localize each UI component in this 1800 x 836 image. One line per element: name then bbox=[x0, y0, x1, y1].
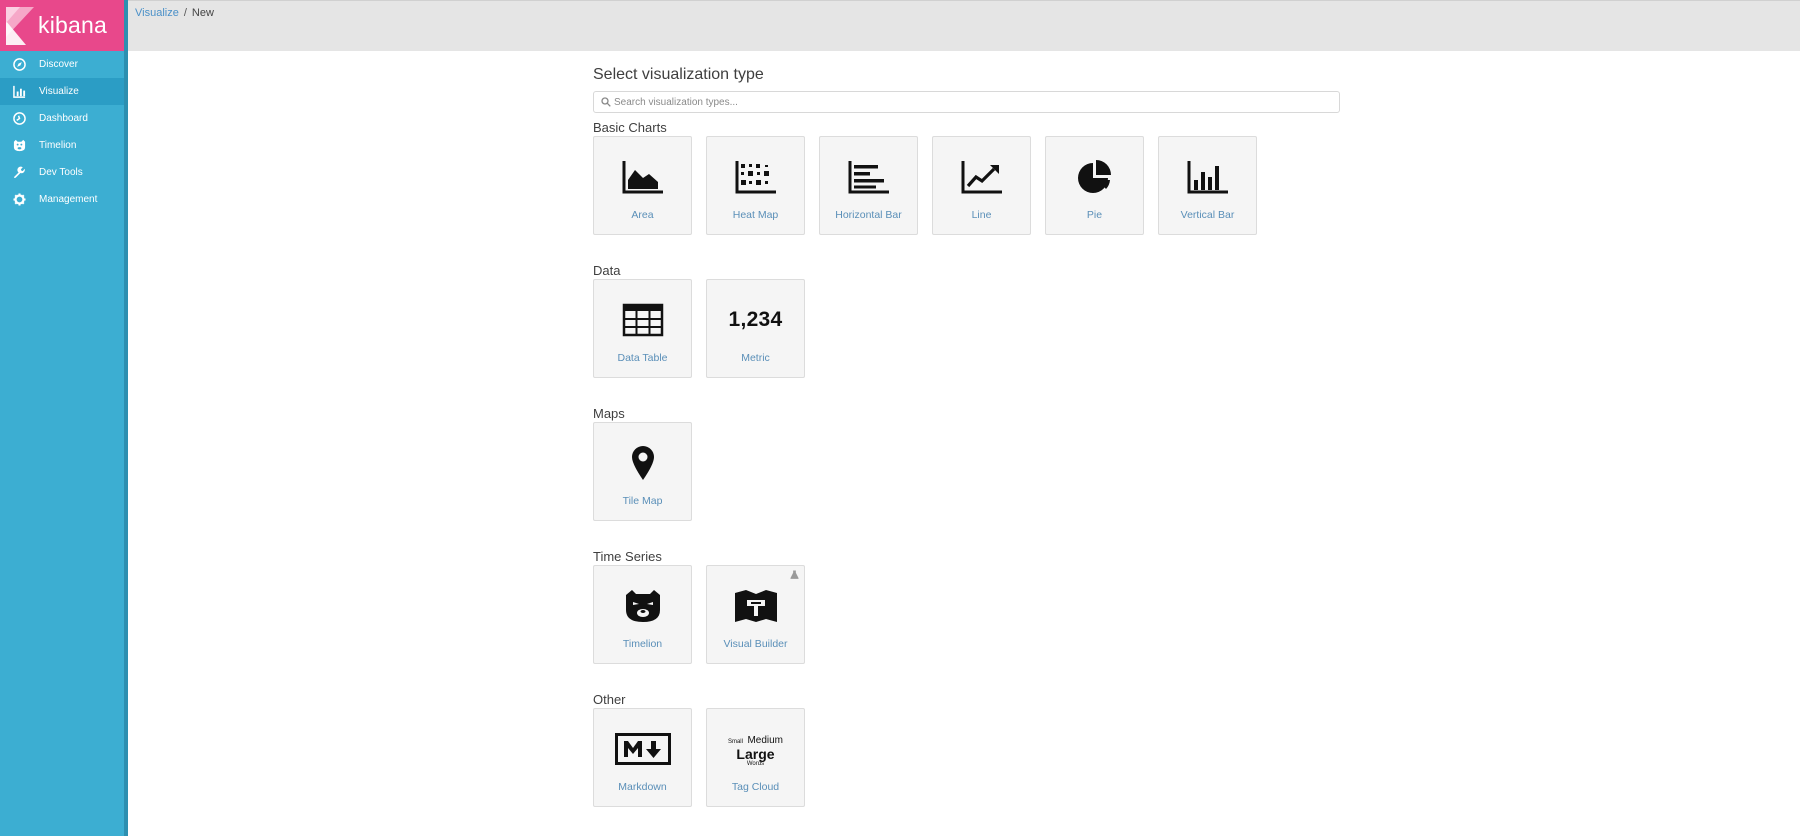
card-label: Area bbox=[631, 209, 654, 221]
section-data: Data Data Table 1,234 Metric bbox=[593, 263, 805, 378]
page-title: Select visualization type bbox=[593, 66, 764, 83]
search-box bbox=[593, 91, 1340, 113]
tag-cloud-word: Medium bbox=[747, 735, 784, 746]
sidebar-item-discover[interactable]: Discover bbox=[0, 51, 124, 78]
sidebar-item-dev-tools[interactable]: Dev Tools bbox=[0, 159, 124, 186]
dashboard-icon bbox=[12, 112, 26, 126]
section-other: Other Markdown Small Medium Large Words bbox=[593, 692, 805, 807]
sidebar-item-label: Dev Tools bbox=[39, 167, 83, 178]
horizontal-bar-icon bbox=[820, 157, 917, 197]
sidebar-item-label: Timelion bbox=[39, 140, 77, 151]
pie-chart-icon bbox=[1046, 157, 1143, 197]
card-label: Timelion bbox=[622, 638, 663, 650]
vis-card-metric[interactable]: 1,234 Metric bbox=[706, 279, 805, 378]
card-label: Tile Map bbox=[622, 495, 663, 507]
card-label: Markdown bbox=[618, 781, 667, 793]
card-label: Line bbox=[971, 209, 992, 221]
visual-builder-icon bbox=[707, 586, 804, 626]
sidebar-nav: Discover Visualize Dashboard Timelion De… bbox=[0, 51, 124, 213]
sidebar-item-timelion[interactable]: Timelion bbox=[0, 132, 124, 159]
vis-card-area[interactable]: Area bbox=[593, 136, 692, 235]
table-icon bbox=[594, 300, 691, 340]
card-label: Data Table bbox=[617, 352, 668, 364]
heat-map-icon bbox=[707, 157, 804, 197]
compass-icon bbox=[12, 58, 26, 72]
vis-card-pie[interactable]: Pie bbox=[1045, 136, 1144, 235]
sidebar: kibana Discover Visualize Dashboard Time… bbox=[0, 0, 128, 836]
section-title: Data bbox=[593, 263, 621, 278]
gear-icon bbox=[12, 193, 26, 207]
card-label: Tag Cloud bbox=[731, 781, 780, 793]
tag-cloud-word: Large bbox=[736, 746, 775, 762]
vis-card-visual-builder[interactable]: Visual Builder bbox=[706, 565, 805, 664]
section-time-series: Time Series Timelion Visual Builder bbox=[593, 549, 805, 664]
breadcrumb-visualize-link[interactable]: Visualize bbox=[135, 7, 179, 19]
vis-card-line[interactable]: Line bbox=[932, 136, 1031, 235]
experimental-icon bbox=[790, 570, 799, 579]
breadcrumb: Visualize / New bbox=[135, 7, 214, 19]
sidebar-item-label: Management bbox=[39, 194, 98, 205]
bear-icon bbox=[594, 586, 691, 626]
sidebar-item-label: Visualize bbox=[39, 86, 79, 97]
sidebar-item-label: Discover bbox=[39, 59, 78, 70]
card-label: Heat Map bbox=[732, 209, 779, 221]
section-title: Maps bbox=[593, 406, 625, 421]
main-content: Select visualization type Basic Charts A… bbox=[593, 66, 1340, 807]
sidebar-item-dashboard[interactable]: Dashboard bbox=[0, 105, 124, 132]
vis-card-timelion[interactable]: Timelion bbox=[593, 565, 692, 664]
sidebar-item-label: Dashboard bbox=[39, 113, 88, 124]
section-title: Other bbox=[593, 692, 626, 707]
metric-icon: 1,234 bbox=[707, 300, 804, 340]
search-input[interactable] bbox=[614, 92, 1314, 112]
section-title: Time Series bbox=[593, 549, 662, 564]
vis-card-tile-map[interactable]: Tile Map bbox=[593, 422, 692, 521]
tag-cloud-word: Small bbox=[727, 739, 743, 745]
sidebar-item-visualize[interactable]: Visualize bbox=[0, 78, 124, 105]
metric-icon-text: 1,234 bbox=[728, 308, 783, 331]
section-basic-charts: Basic Charts Area Heat Map Horizontal Ba… bbox=[593, 120, 1257, 235]
card-label: Horizontal Bar bbox=[835, 209, 902, 221]
bar-chart-icon bbox=[12, 85, 26, 99]
bear-icon bbox=[12, 139, 26, 153]
top-bar: Visualize / New bbox=[128, 0, 1800, 51]
breadcrumb-separator: / bbox=[183, 7, 187, 19]
card-label: Visual Builder bbox=[723, 638, 788, 650]
wrench-icon bbox=[12, 166, 26, 180]
vis-card-markdown[interactable]: Markdown bbox=[593, 708, 692, 807]
tag-cloud-icon: Small Medium Large Words bbox=[707, 729, 804, 769]
search-icon bbox=[601, 97, 611, 107]
area-chart-icon bbox=[594, 157, 691, 197]
vis-card-data-table[interactable]: Data Table bbox=[593, 279, 692, 378]
card-label: Vertical Bar bbox=[1180, 209, 1235, 221]
card-label: Metric bbox=[741, 352, 770, 364]
vis-card-heat-map[interactable]: Heat Map bbox=[706, 136, 805, 235]
line-chart-icon bbox=[933, 157, 1030, 197]
vertical-bar-icon bbox=[1159, 157, 1256, 197]
kibana-app: kibana Discover Visualize Dashboard Time… bbox=[0, 0, 1800, 836]
logo-text: kibana bbox=[38, 12, 107, 38]
breadcrumb-current: New bbox=[191, 7, 214, 19]
vis-card-vertical-bar[interactable]: Vertical Bar bbox=[1158, 136, 1257, 235]
map-pin-icon bbox=[594, 443, 691, 483]
kibana-logo[interactable]: kibana bbox=[0, 0, 124, 51]
vis-card-horizontal-bar[interactable]: Horizontal Bar bbox=[819, 136, 918, 235]
section-title: Basic Charts bbox=[593, 120, 667, 135]
section-maps: Maps Tile Map bbox=[593, 406, 692, 521]
markdown-icon bbox=[594, 729, 691, 769]
vis-card-tag-cloud[interactable]: Small Medium Large Words Tag Cloud bbox=[706, 708, 805, 807]
kibana-logo-icon bbox=[6, 6, 34, 45]
card-label: Pie bbox=[1086, 209, 1103, 221]
sidebar-item-management[interactable]: Management bbox=[0, 186, 124, 213]
